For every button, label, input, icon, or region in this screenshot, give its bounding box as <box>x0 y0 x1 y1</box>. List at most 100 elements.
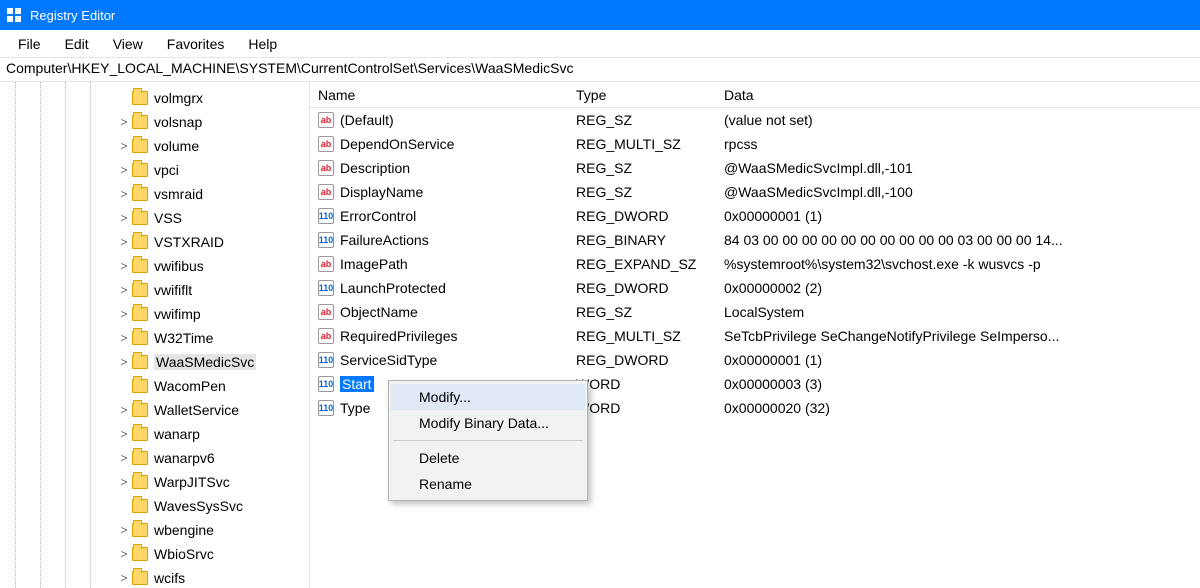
expand-icon[interactable]: > <box>118 355 130 369</box>
folder-icon <box>132 379 148 393</box>
tree-item-wbiosrvc[interactable]: >WbioSrvc <box>0 542 309 566</box>
ctx-modify-binary-data[interactable]: Modify Binary Data... <box>391 410 585 436</box>
tree-item-label: W32Time <box>154 330 213 346</box>
value-row[interactable]: 110LaunchProtectedREG_DWORD0x00000002 (2… <box>310 276 1200 300</box>
menu-file[interactable]: File <box>6 32 53 56</box>
value-row[interactable]: ab(Default)REG_SZ(value not set) <box>310 108 1200 132</box>
expand-icon[interactable]: > <box>118 235 130 249</box>
folder-icon <box>132 163 148 177</box>
folder-icon <box>132 571 148 585</box>
tree-item-vsmraid[interactable]: > vsmraid <box>0 182 309 206</box>
value-row[interactable]: 110FailureActionsREG_BINARY84 03 00 00 0… <box>310 228 1200 252</box>
expand-icon[interactable]: > <box>118 571 130 585</box>
expand-icon[interactable]: > <box>118 139 130 153</box>
value-row[interactable]: abDisplayNameREG_SZ@WaaSMedicSvcImpl.dll… <box>310 180 1200 204</box>
tree-item-wavessyssvc[interactable]: WavesSysSvc <box>0 494 309 518</box>
tree-item-vstxraid[interactable]: > VSTXRAID <box>0 230 309 254</box>
menu-help[interactable]: Help <box>236 32 289 56</box>
expand-icon[interactable]: > <box>118 475 130 489</box>
value-name: DependOnService <box>340 136 454 152</box>
list-body[interactable]: ab(Default)REG_SZ(value not set) ab Depend… <box>310 108 1200 588</box>
tree-item-vwififlt[interactable]: >vwififlt <box>0 278 309 302</box>
tree-pane[interactable]: volmgrx>volsnap>volume>vpci>vsmraid>VSS>… <box>0 82 310 588</box>
menu-view[interactable]: View <box>101 32 155 56</box>
value-row[interactable]: abDependOnServiceREG_MULTI_SZrpcss <box>310 132 1200 156</box>
tree-item-wanarpv6[interactable]: >wanarpv6 <box>0 446 309 470</box>
expand-icon[interactable]: > <box>118 451 130 465</box>
tree-item-warpjitsvc[interactable]: >WarpJITSvc <box>0 470 309 494</box>
value-row[interactable]: 110ServiceSidTypeREG_DWORD0x00000001 (1) <box>310 348 1200 372</box>
value-data: 84 03 00 00 00 00 00 00 00 00 00 00 03 0… <box>716 232 1200 248</box>
expand-icon[interactable]: > <box>118 187 130 201</box>
tree-item-label: WacomPen <box>154 378 226 394</box>
col-header-data[interactable]: Data <box>716 87 1200 103</box>
tree-item-walletservice[interactable]: >WalletService <box>0 398 309 422</box>
value-name: RequiredPrivileges <box>340 328 458 344</box>
value-type: REG_MULTI_SZ <box>568 328 716 344</box>
ctx-separator <box>393 440 583 441</box>
value-type: REG_DWORD <box>568 352 716 368</box>
tree-item-vpci[interactable]: > vpci <box>0 158 309 182</box>
folder-icon <box>132 355 148 369</box>
value-data: %systemroot%\system32\svchost.exe -k wus… <box>716 256 1200 272</box>
col-header-name[interactable]: Name <box>310 87 568 103</box>
tree-item-label: vpci <box>154 162 179 178</box>
ctx-modify[interactable]: Modify... <box>391 384 585 410</box>
value-row[interactable]: 110ErrorControlREG_DWORD0x00000001 (1) <box>310 204 1200 228</box>
tree-item-label: WaaSMedicSvc <box>154 354 256 370</box>
expand-icon[interactable]: > <box>118 523 130 537</box>
expand-icon[interactable]: > <box>118 211 130 225</box>
tree-item-w32time[interactable]: > W32Time <box>0 326 309 350</box>
value-row[interactable]: abObjectNameREG_SZLocalSystem <box>310 300 1200 324</box>
value-data: SeTcbPrivilege SeChangeNotifyPrivilege S… <box>716 328 1200 344</box>
expand-icon[interactable]: > <box>118 403 130 417</box>
expand-icon[interactable]: > <box>118 259 130 273</box>
tree-item-vss[interactable]: >VSS <box>0 206 309 230</box>
value-row[interactable]: abDescriptionREG_SZ@WaaSMedicSvcImpl.dll… <box>310 156 1200 180</box>
tree-item-label: vsmraid <box>154 186 203 202</box>
string-value-icon: ab <box>318 136 334 152</box>
binary-value-icon: 110 <box>318 232 334 248</box>
value-name: ErrorControl <box>340 208 416 224</box>
expand-icon[interactable]: > <box>118 307 130 321</box>
tree-item-label: vwifimp <box>154 306 201 322</box>
menu-favorites[interactable]: Favorites <box>155 32 237 56</box>
value-name: Description <box>340 160 410 176</box>
app-icon <box>6 7 22 23</box>
col-header-type[interactable]: Type <box>568 87 716 103</box>
folder-icon <box>132 331 148 345</box>
expand-icon[interactable]: > <box>118 115 130 129</box>
value-row[interactable]: abImagePathREG_EXPAND_SZ%systemroot%\sys… <box>310 252 1200 276</box>
value-data: @WaaSMedicSvcImpl.dll,-101 <box>716 160 1200 176</box>
address-bar[interactable]: Computer\HKEY_LOCAL_MACHINE\SYSTEM\Curre… <box>0 58 1200 82</box>
value-type: REG_BINARY <box>568 232 716 248</box>
tree-item-volume[interactable]: >volume <box>0 134 309 158</box>
tree-item-wanarp[interactable]: >wanarp <box>0 422 309 446</box>
value-data: (value not set) <box>716 112 1200 128</box>
tree-item-label: VSTXRAID <box>154 234 224 250</box>
tree-item-waasmedicsvc[interactable]: > WaaSMedicSvc <box>0 350 309 374</box>
ctx-delete[interactable]: Delete <box>391 445 585 471</box>
expand-icon[interactable]: > <box>118 163 130 177</box>
expand-icon[interactable]: > <box>118 331 130 345</box>
tree-item-volsnap[interactable]: >volsnap <box>0 110 309 134</box>
menu-edit[interactable]: Edit <box>53 32 101 56</box>
tree-item-wbengine[interactable]: >wbengine <box>0 518 309 542</box>
expand-icon[interactable]: > <box>118 283 130 297</box>
folder-icon <box>132 547 148 561</box>
tree-item-vwifimp[interactable]: > vwifimp <box>0 302 309 326</box>
value-name: Start <box>340 376 374 392</box>
string-value-icon: ab <box>318 184 334 200</box>
expand-icon[interactable]: > <box>118 547 130 561</box>
value-name: ServiceSidType <box>340 352 437 368</box>
tree-item-wcifs[interactable]: >wcifs <box>0 566 309 588</box>
value-type: REG_DWORD <box>568 208 716 224</box>
ctx-rename[interactable]: Rename <box>391 471 585 497</box>
tree-item-wacompen[interactable]: WacomPen <box>0 374 309 398</box>
tree-item-volmgrx[interactable]: volmgrx <box>0 86 309 110</box>
value-name: LaunchProtected <box>340 280 446 296</box>
tree-item-vwifibus[interactable]: >vwifibus <box>0 254 309 278</box>
value-row[interactable]: abRequiredPrivilegesREG_MULTI_SZSeTcbPri… <box>310 324 1200 348</box>
value-list-pane: Name Type Data ab(Default)REG_SZ(value n… <box>310 82 1200 588</box>
expand-icon[interactable]: > <box>118 427 130 441</box>
